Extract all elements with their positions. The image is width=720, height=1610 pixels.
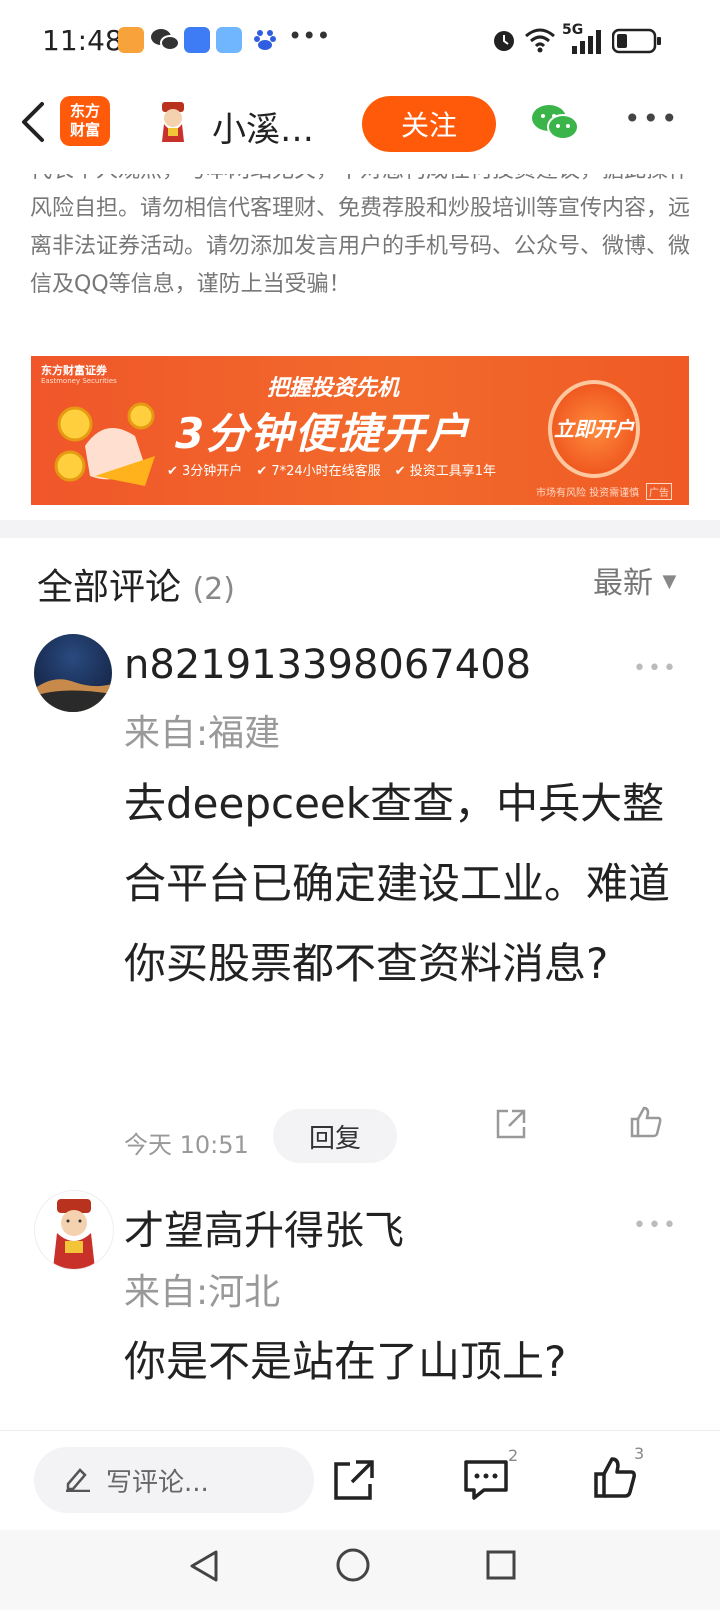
battery-icon: [611, 28, 662, 58]
weather-icon: [216, 27, 242, 53]
banner-feature: ✔ 投资工具享1年: [394, 464, 496, 479]
banner-main: 3分钟便捷开户: [175, 409, 471, 458]
comment-count-badge: 2: [508, 1446, 519, 1465]
author-avatar[interactable]: [150, 98, 196, 144]
sort-dropdown[interactable]: 最新 ▼: [593, 558, 676, 602]
commenter-avatar[interactable]: [34, 634, 112, 712]
nav-back-icon[interactable]: [186, 1548, 220, 1588]
sort-label: 最新: [593, 566, 653, 601]
banner-brand-en: Eastmoney Securities: [41, 377, 117, 385]
paw-app-icon: [118, 27, 144, 53]
chevron-down-icon: ▼: [662, 571, 677, 592]
comment-icon[interactable]: [462, 1456, 510, 1506]
nav-recents-icon[interactable]: [484, 1548, 518, 1586]
section-divider: [0, 520, 720, 538]
back-icon[interactable]: [18, 100, 48, 148]
more-options-icon[interactable]: •••: [624, 102, 680, 135]
alarm-icon: [490, 26, 518, 58]
comment-text: 去deepceek查查，中兵大整合平台已确定建设工业。难道你买股票都不查资料消息…: [124, 779, 671, 988]
article-header: 东方 财富 小溪… •••: [0, 84, 720, 174]
comments-title: 全部评论 (2): [37, 558, 235, 610]
share-icon[interactable]: [332, 1458, 376, 1506]
ad-banner[interactable]: 东方财富证券 Eastmoney Securities 把握投资先机 3分钟便捷…: [31, 356, 689, 505]
comments-count: (2): [192, 572, 235, 607]
commenter-location: 来自:福建: [124, 713, 281, 754]
author-name[interactable]: 小溪…: [212, 102, 314, 151]
eastmoney-logo[interactable]: 东方 财富: [60, 96, 110, 146]
banner-brand: 东方财富证券: [41, 364, 107, 377]
commenter-name[interactable]: 才望高升得张飞: [124, 1198, 404, 1256]
banner-cta-button[interactable]: 立即开户: [548, 380, 640, 478]
disclaimer-wrapper: 代表个人观点，与本网站无关，不对您构成任何投资建议，据此操作风险自担。请勿相信代…: [0, 174, 720, 324]
comments-title-label: 全部评论: [37, 567, 182, 608]
more-dots-icon: •••: [288, 22, 331, 50]
baidu-icon: [252, 26, 278, 56]
like-count-badge: 3: [634, 1444, 645, 1463]
comment-time: 今天 10:51: [124, 1131, 249, 1159]
share-icon[interactable]: [494, 1107, 528, 1145]
like-icon[interactable]: [628, 1104, 664, 1144]
pencil-icon: [64, 1464, 92, 1496]
hand-coins-icon: [45, 396, 165, 500]
disclaimer-text: 代表个人观点，与本网站无关，不对您构成任何投资建议，据此操作风险自担。请勿相信代…: [30, 174, 691, 297]
commenter-location: 来自:河北: [124, 1272, 281, 1313]
follow-button[interactable]: 关注: [362, 96, 496, 152]
write-comment-input[interactable]: 写评论...: [34, 1447, 314, 1513]
comment-text: 你是不是站在了山顶上?: [124, 1337, 567, 1386]
taobao-icon: [184, 27, 210, 53]
ad-tag: 广告: [646, 483, 672, 500]
wechat-icon: [150, 26, 180, 58]
banner-feature: ✔ 3分钟开户: [167, 464, 243, 479]
banner-features: ✔ 3分钟开户 ✔ 7*24小时在线客服 ✔ 投资工具享1年: [167, 460, 496, 479]
nav-home-icon[interactable]: [334, 1546, 372, 1588]
commenter-name[interactable]: n821913398067408: [124, 642, 531, 688]
comment-more-icon[interactable]: •••: [633, 1213, 678, 1238]
wechat-share-icon[interactable]: [530, 102, 580, 146]
system-nav-bar: [0, 1530, 720, 1610]
commenter-avatar[interactable]: [34, 1190, 114, 1270]
write-comment-placeholder: 写评论...: [106, 1467, 209, 1498]
status-time: 11:48: [42, 24, 123, 57]
banner-headline: 把握投资先机: [267, 376, 400, 401]
banner-feature: ✔ 7*24小时在线客服: [256, 464, 381, 479]
comment-more-icon[interactable]: •••: [633, 656, 678, 681]
like-icon[interactable]: [592, 1454, 638, 1504]
banner-risk-note: 市场有风险 投资需谨慎: [536, 488, 640, 499]
wifi-icon: [524, 26, 556, 58]
status-bar: 11:48 ••• 5G: [0, 0, 720, 84]
reply-button[interactable]: 回复: [273, 1109, 397, 1163]
signal-icon: [570, 30, 604, 58]
